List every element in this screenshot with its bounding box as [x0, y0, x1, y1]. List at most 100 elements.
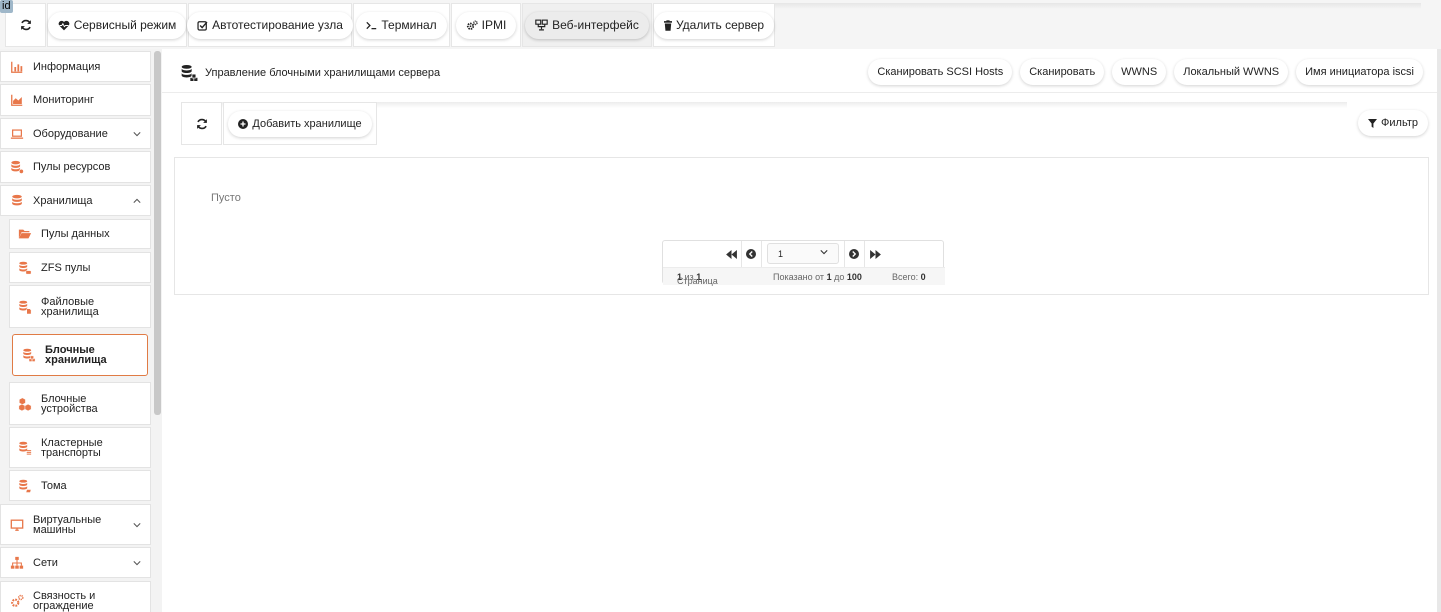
sidebar-item-resource-pools[interactable]: Пулы ресурсов [0, 151, 151, 183]
chevron-right-circle-icon [849, 249, 859, 259]
sidebar-item-block-storage-label: Блочные хранилища [45, 345, 107, 366]
sidebar-item-volumes[interactable]: Тома [9, 470, 151, 501]
sidebar-item-data-pools-label: Пулы данных [41, 228, 110, 240]
sidebar-item-vms-label: Виртуальные машины [33, 514, 101, 536]
chevron-up-icon [133, 198, 141, 203]
delete-server-button[interactable]: Удалить сервер [653, 11, 775, 39]
sidebar-item-monitoring[interactable]: Мониторинг [0, 84, 151, 116]
terminal-label: Терминал [381, 18, 437, 32]
connectivity-line-2: ограждение [33, 600, 94, 612]
sidebar-item-zfs-pools-label: ZFS пулы [41, 261, 91, 274]
check-square-icon [197, 20, 208, 31]
pager-divider [761, 241, 762, 267]
database-icon [12, 194, 22, 205]
total-count: 0 [920, 272, 926, 282]
sidebar-item-block-devices-label: Блочные устройства [41, 393, 98, 415]
double-chevron-left-icon [725, 249, 737, 259]
empty-state-text: Пусто [211, 192, 241, 204]
total-word: Всего: [892, 272, 919, 282]
sidebar-item-file-storage-label: Файловые хранилища [41, 296, 99, 317]
scan-scsi-hosts-button[interactable]: Сканировать SCSI Hosts [868, 59, 1013, 85]
block-devices-line-2: устройства [41, 402, 98, 415]
service-mode-label: Сервисный режим [73, 18, 177, 32]
shown-to: 100 [846, 272, 862, 282]
page-select[interactable]: 1 [767, 243, 839, 264]
network-icon [535, 19, 548, 31]
scan-button[interactable]: Сканировать [1020, 59, 1105, 85]
id-badge: id [0, 0, 13, 13]
sidebar-scrollbar[interactable] [154, 51, 161, 415]
filter-icon [1368, 118, 1378, 128]
sidebar-item-info[interactable]: Информация [0, 51, 151, 82]
database-file-icon [19, 300, 32, 314]
chevron-down-icon [133, 522, 141, 527]
chevron-down-icon [820, 250, 828, 255]
terminal-cell: Терминал [353, 3, 450, 47]
add-storage-cell: Добавить хранилище [223, 102, 377, 145]
cogs-icon [11, 594, 24, 607]
toolbar-divider [775, 3, 1421, 9]
block-storage-line-2: хранилища [45, 354, 107, 366]
sidebar-item-hardware[interactable]: Оборудование [0, 118, 151, 149]
pagination-controls: 1 [663, 241, 945, 267]
chevron-down-icon [133, 131, 141, 136]
main-scrollbar[interactable] [1437, 49, 1441, 612]
sidebar-item-cluster-transports-label: Кластерные транспорты [41, 437, 103, 458]
refresh-cell [181, 102, 222, 145]
sidebar-item-vms[interactable]: Виртуальные машины [0, 504, 151, 545]
service-mode-button[interactable]: Сервисный режим [47, 11, 187, 39]
database-drive-icon [19, 479, 32, 493]
page-header: Управление блочными хранилищами сервера … [162, 49, 1437, 93]
sidebar-item-file-storage[interactable]: Файловые хранилища [9, 285, 151, 328]
autotest-button[interactable]: Автотестирование узла [187, 11, 353, 39]
sidebar-item-networks[interactable]: Сети [0, 547, 151, 578]
add-storage-button[interactable]: Добавить хранилище [228, 110, 372, 137]
sidebar-item-connectivity-label: Связность и ограждение [33, 591, 95, 612]
chart-bar-icon [11, 61, 23, 73]
chart-area-icon [11, 94, 23, 106]
next-page-button[interactable] [845, 244, 863, 264]
sidebar-item-storage[interactable]: Хранилища [0, 185, 151, 216]
web-interface-label: Веб-интерфейс [552, 18, 639, 32]
cubes-icon [18, 397, 32, 411]
gears-icon [466, 20, 478, 30]
wwns-button[interactable]: WWNS [1112, 59, 1167, 85]
header-actions: Сканировать SCSI Hosts Сканировать WWNS … [868, 59, 1423, 85]
first-page-button[interactable] [722, 244, 740, 264]
terminal-button[interactable]: Терминал [356, 11, 447, 39]
ipmi-button[interactable]: IPMI [455, 11, 517, 39]
sidebar-item-storage-label: Хранилища [33, 194, 93, 207]
filter-button[interactable]: Фильтр [1358, 110, 1428, 136]
desktop-icon [10, 519, 24, 531]
web-interface-cell: Веб-интерфейс [522, 3, 652, 47]
database-cog-icon [11, 160, 24, 174]
add-storage-label: Добавить хранилище [252, 117, 362, 130]
plus-circle-icon [238, 118, 249, 129]
trash-icon [663, 19, 672, 31]
web-interface-button[interactable]: Веб-интерфейс [525, 11, 649, 39]
top-toolbar: Сервисный режим Автотестирование узла Те… [0, 0, 1441, 49]
delete-server-cell: Удалить сервер [653, 3, 775, 47]
last-page-button[interactable] [866, 244, 884, 264]
autotest-cell: Автотестирование узла [187, 3, 353, 47]
sidebar-item-block-storage[interactable]: Блочные хранилища [12, 334, 148, 376]
sidebar-item-block-devices[interactable]: Блочные устройства [9, 382, 151, 425]
shown-info: Показано от 1 до 100 [773, 272, 862, 282]
sidebar-item-zfs-pools[interactable]: ZFS пулы [9, 252, 151, 283]
database-cubes-icon [23, 348, 36, 362]
prev-page-button[interactable] [742, 244, 760, 264]
sitemap-icon [10, 556, 24, 569]
sidebar-item-cluster-transports[interactable]: Кластерные транспорты [9, 427, 151, 468]
sidebar-item-data-pools[interactable]: Пулы данных [9, 219, 151, 249]
local-wwns-button[interactable]: Локальный WWNS [1174, 59, 1289, 85]
refresh-button[interactable] [10, 11, 41, 39]
iscsi-initiator-name-button[interactable]: Имя инициатора iscsi [1296, 59, 1423, 85]
refresh-icon [196, 118, 207, 129]
sidebar-item-connectivity[interactable]: Связность и ограждение [0, 581, 151, 612]
storage-toolbar: Добавить хранилище Фильтр [181, 102, 1428, 145]
database-cubes-icon [181, 65, 199, 82]
shown-word: Показано от [773, 272, 825, 282]
sidebar-item-volumes-label: Тома [41, 479, 67, 492]
refresh-list-button[interactable] [186, 110, 217, 137]
vms-line-2: машины [33, 523, 76, 536]
